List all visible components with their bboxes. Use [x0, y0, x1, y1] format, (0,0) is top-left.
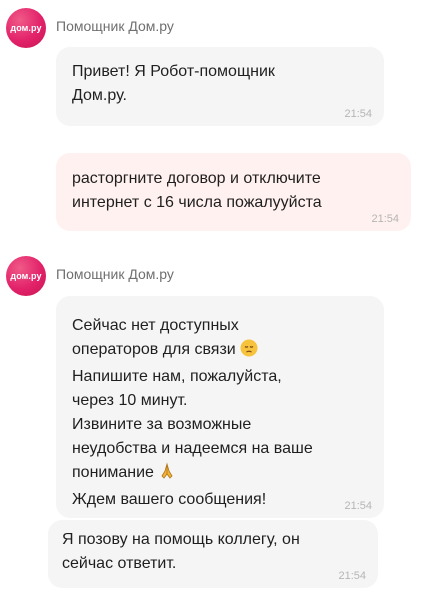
- message-text: Я позову на помощь коллегу, он сейчас от…: [62, 528, 364, 576]
- sender-name: Помощник Дом.ру: [56, 18, 174, 34]
- message-line: Привет! Я Робот-помощник: [72, 63, 275, 80]
- bot-message: Я позову на помощь коллегу, он сейчас от…: [48, 520, 378, 588]
- chat-container: дом.ру Помощник Дом.ру Привет! Я Робот-п…: [0, 0, 421, 610]
- message-time: 21:54: [344, 500, 372, 512]
- message-time: 21:54: [371, 213, 399, 225]
- message-line: Напишите нам, пожалуйста,: [72, 368, 282, 385]
- bot-avatar[interactable]: дом.ру: [6, 256, 46, 296]
- message-line: Я позову на помощь коллегу, он: [62, 531, 300, 548]
- message-time: 21:54: [338, 570, 366, 582]
- avatar-logo-text: дом.ру: [10, 271, 42, 281]
- folded-hands-icon: [158, 462, 176, 488]
- message-time: 21:54: [344, 108, 372, 120]
- message-line: понимание: [72, 461, 368, 488]
- bot-avatar[interactable]: дом.ру: [6, 8, 46, 48]
- message-line: неудобства и надеемся на ваше: [72, 440, 313, 457]
- sender-name: Помощник Дом.ру: [56, 266, 174, 282]
- avatar-logo-text: дом.ру: [10, 23, 42, 33]
- message-text: расторгните договор и отключите интернет…: [72, 167, 395, 215]
- user-message: расторгните договор и отключите интернет…: [56, 153, 411, 231]
- message-line: операторов для связи: [72, 338, 368, 365]
- message-line: Извините за возможные: [72, 416, 252, 433]
- message-line: расторгните договор и отключите: [72, 170, 321, 187]
- pensive-face-icon: [240, 339, 258, 365]
- message-line: Дом.ру.: [72, 87, 127, 104]
- message-text: Привет! Я Робот-помощник Дом.ру.: [72, 60, 368, 108]
- message-line: Ждем вашего сообщения!: [72, 491, 267, 508]
- message-text: Сейчас нет доступных операторов для связ…: [72, 314, 368, 512]
- message-line: через 10 минут.: [72, 392, 188, 409]
- message-line: Сейчас нет доступных: [72, 317, 239, 334]
- bot-message: Сейчас нет доступных операторов для связ…: [56, 296, 384, 518]
- message-line: сейчас ответит.: [62, 555, 177, 572]
- message-line: интернет с 16 числа пожалууйста: [72, 194, 322, 211]
- bot-message: Привет! Я Робот-помощник Дом.ру. 21:54: [56, 47, 384, 126]
